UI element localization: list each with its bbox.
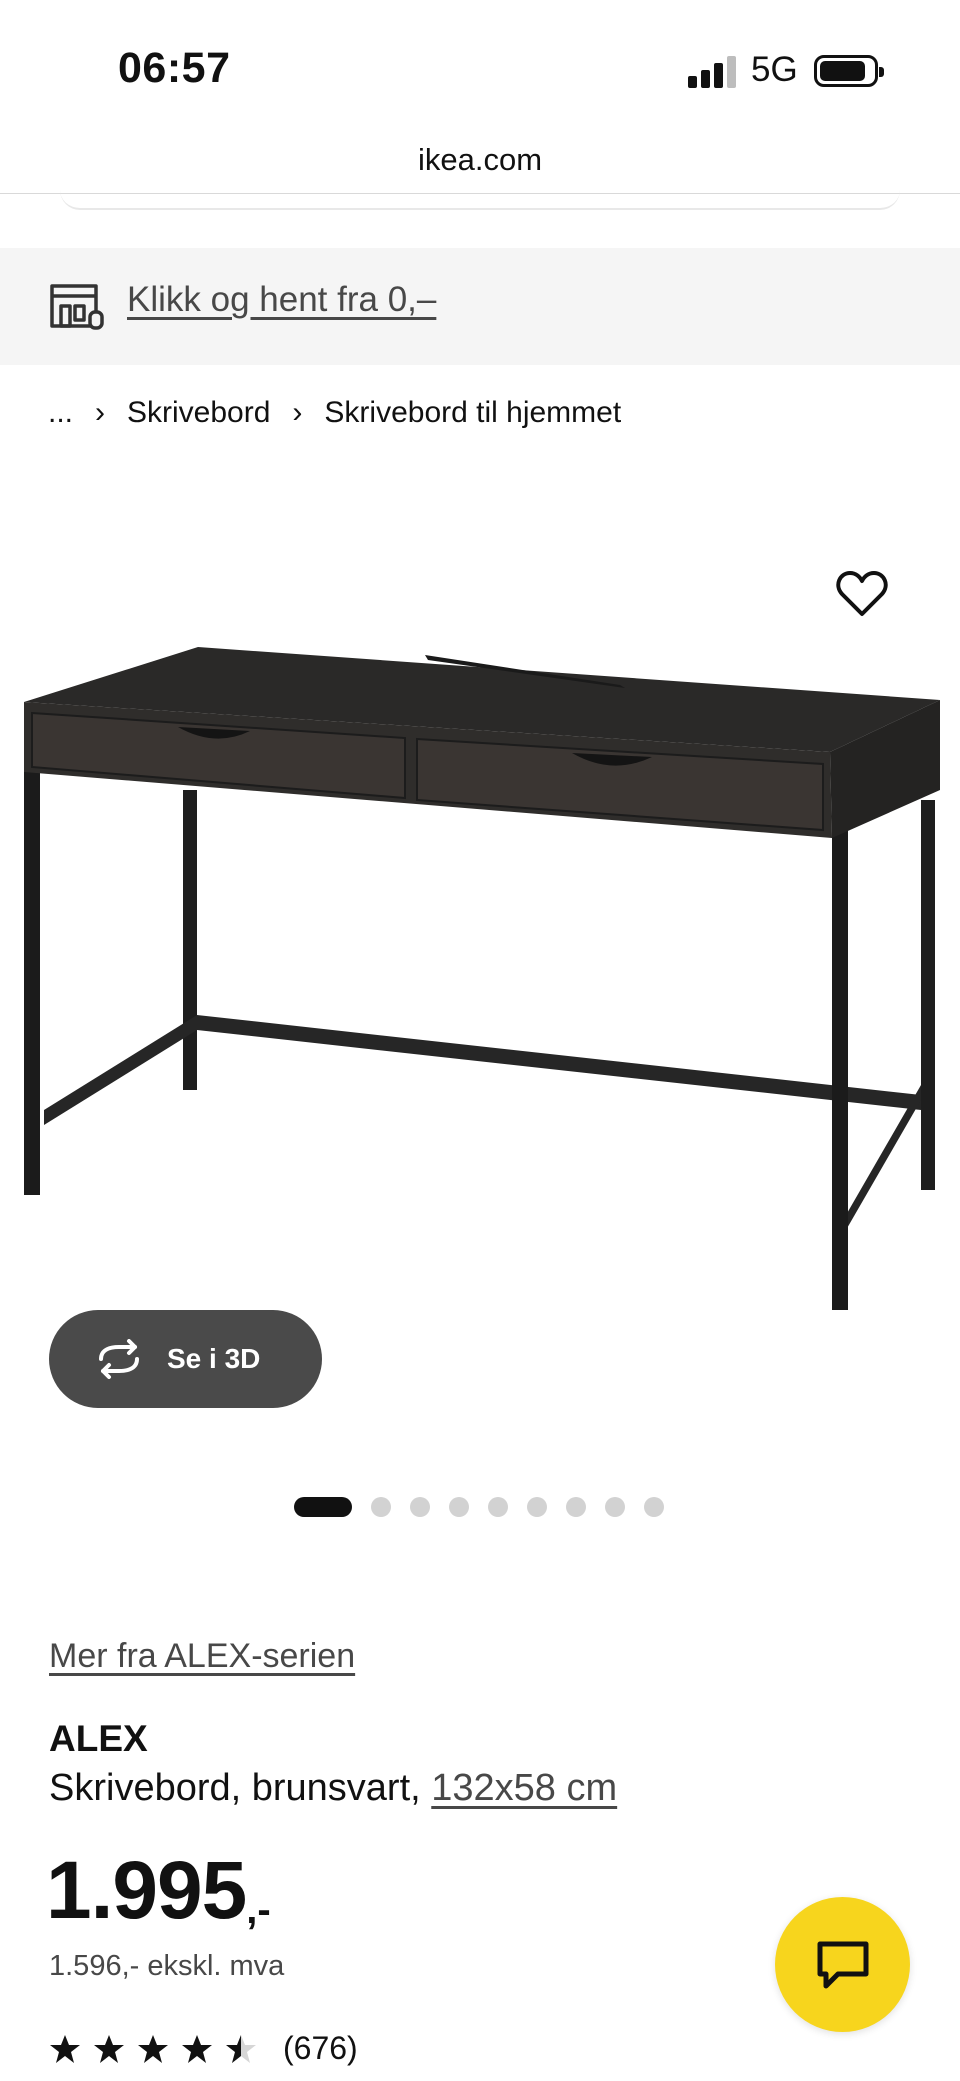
rating-count: (676) bbox=[283, 2030, 358, 2066]
star-icon bbox=[94, 2034, 124, 2063]
price-main: 1.995 bbox=[46, 1845, 247, 1936]
status-bar: 06:57 5G bbox=[0, 0, 960, 130]
product-name: ALEX bbox=[49, 1718, 148, 1759]
chevron-right-icon: › bbox=[95, 396, 106, 429]
click-collect-link[interactable]: Klikk og hent fra 0,– bbox=[127, 280, 436, 320]
price-ex-vat: 1.596,- ekskl. mva bbox=[49, 1950, 285, 1982]
product-description: Skrivebord, brunsvart, 132x58 cm bbox=[49, 1767, 617, 1810]
search-bar-edge bbox=[60, 190, 900, 210]
star-icon bbox=[182, 2034, 212, 2063]
size-link[interactable]: 132x58 cm bbox=[431, 1767, 617, 1809]
signal-icon bbox=[688, 56, 736, 88]
carousel-dot[interactable] bbox=[410, 1497, 430, 1517]
carousel-dot[interactable] bbox=[371, 1497, 391, 1517]
carousel-dot[interactable] bbox=[644, 1497, 664, 1517]
carousel-dot-active[interactable] bbox=[294, 1497, 352, 1517]
carousel-dot[interactable] bbox=[488, 1497, 508, 1517]
carousel-dot[interactable] bbox=[566, 1497, 586, 1517]
star-half-icon bbox=[226, 2034, 256, 2063]
carousel-dot[interactable] bbox=[605, 1497, 625, 1517]
series-link[interactable]: Mer fra ALEX-serien bbox=[49, 1637, 355, 1676]
product-description-text: Skrivebord, brunsvart, bbox=[49, 1767, 432, 1809]
status-time: 06:57 bbox=[118, 44, 231, 92]
network-label: 5G bbox=[751, 50, 798, 89]
chevron-right-icon: › bbox=[292, 396, 303, 429]
chat-bubble-icon bbox=[817, 1941, 868, 1988]
heart-icon[interactable] bbox=[836, 570, 888, 618]
breadcrumb-item-hjemmet[interactable]: Skrivebord til hjemmet bbox=[324, 396, 621, 430]
battery-icon bbox=[814, 55, 884, 87]
url-text: ikea.com bbox=[417, 142, 543, 177]
rating[interactable]: (676) bbox=[49, 2030, 358, 2067]
view-3d-label: Se i 3D bbox=[167, 1343, 261, 1374]
breadcrumb-item-skrivebord[interactable]: Skrivebord bbox=[127, 396, 270, 430]
star-icon bbox=[50, 2034, 80, 2063]
breadcrumb: ... › Skrivebord › Skrivebord til hjemme… bbox=[48, 396, 621, 430]
chat-button[interactable] bbox=[775, 1897, 910, 2032]
price-suffix: ,- bbox=[246, 1888, 271, 1932]
store-icon bbox=[50, 284, 104, 330]
rotate-icon bbox=[99, 1339, 139, 1379]
address-bar[interactable]: ikea.com bbox=[0, 130, 960, 194]
view-3d-button[interactable]: Se i 3D bbox=[49, 1310, 322, 1408]
carousel-dot[interactable] bbox=[527, 1497, 547, 1517]
star-icon bbox=[138, 2034, 168, 2063]
image-carousel-indicator bbox=[294, 1497, 683, 1517]
product-image[interactable] bbox=[0, 470, 960, 1330]
breadcrumb-ellipsis[interactable]: ... bbox=[48, 396, 73, 430]
price: 1.995 ,- bbox=[46, 1846, 271, 1936]
carousel-dot[interactable] bbox=[449, 1497, 469, 1517]
